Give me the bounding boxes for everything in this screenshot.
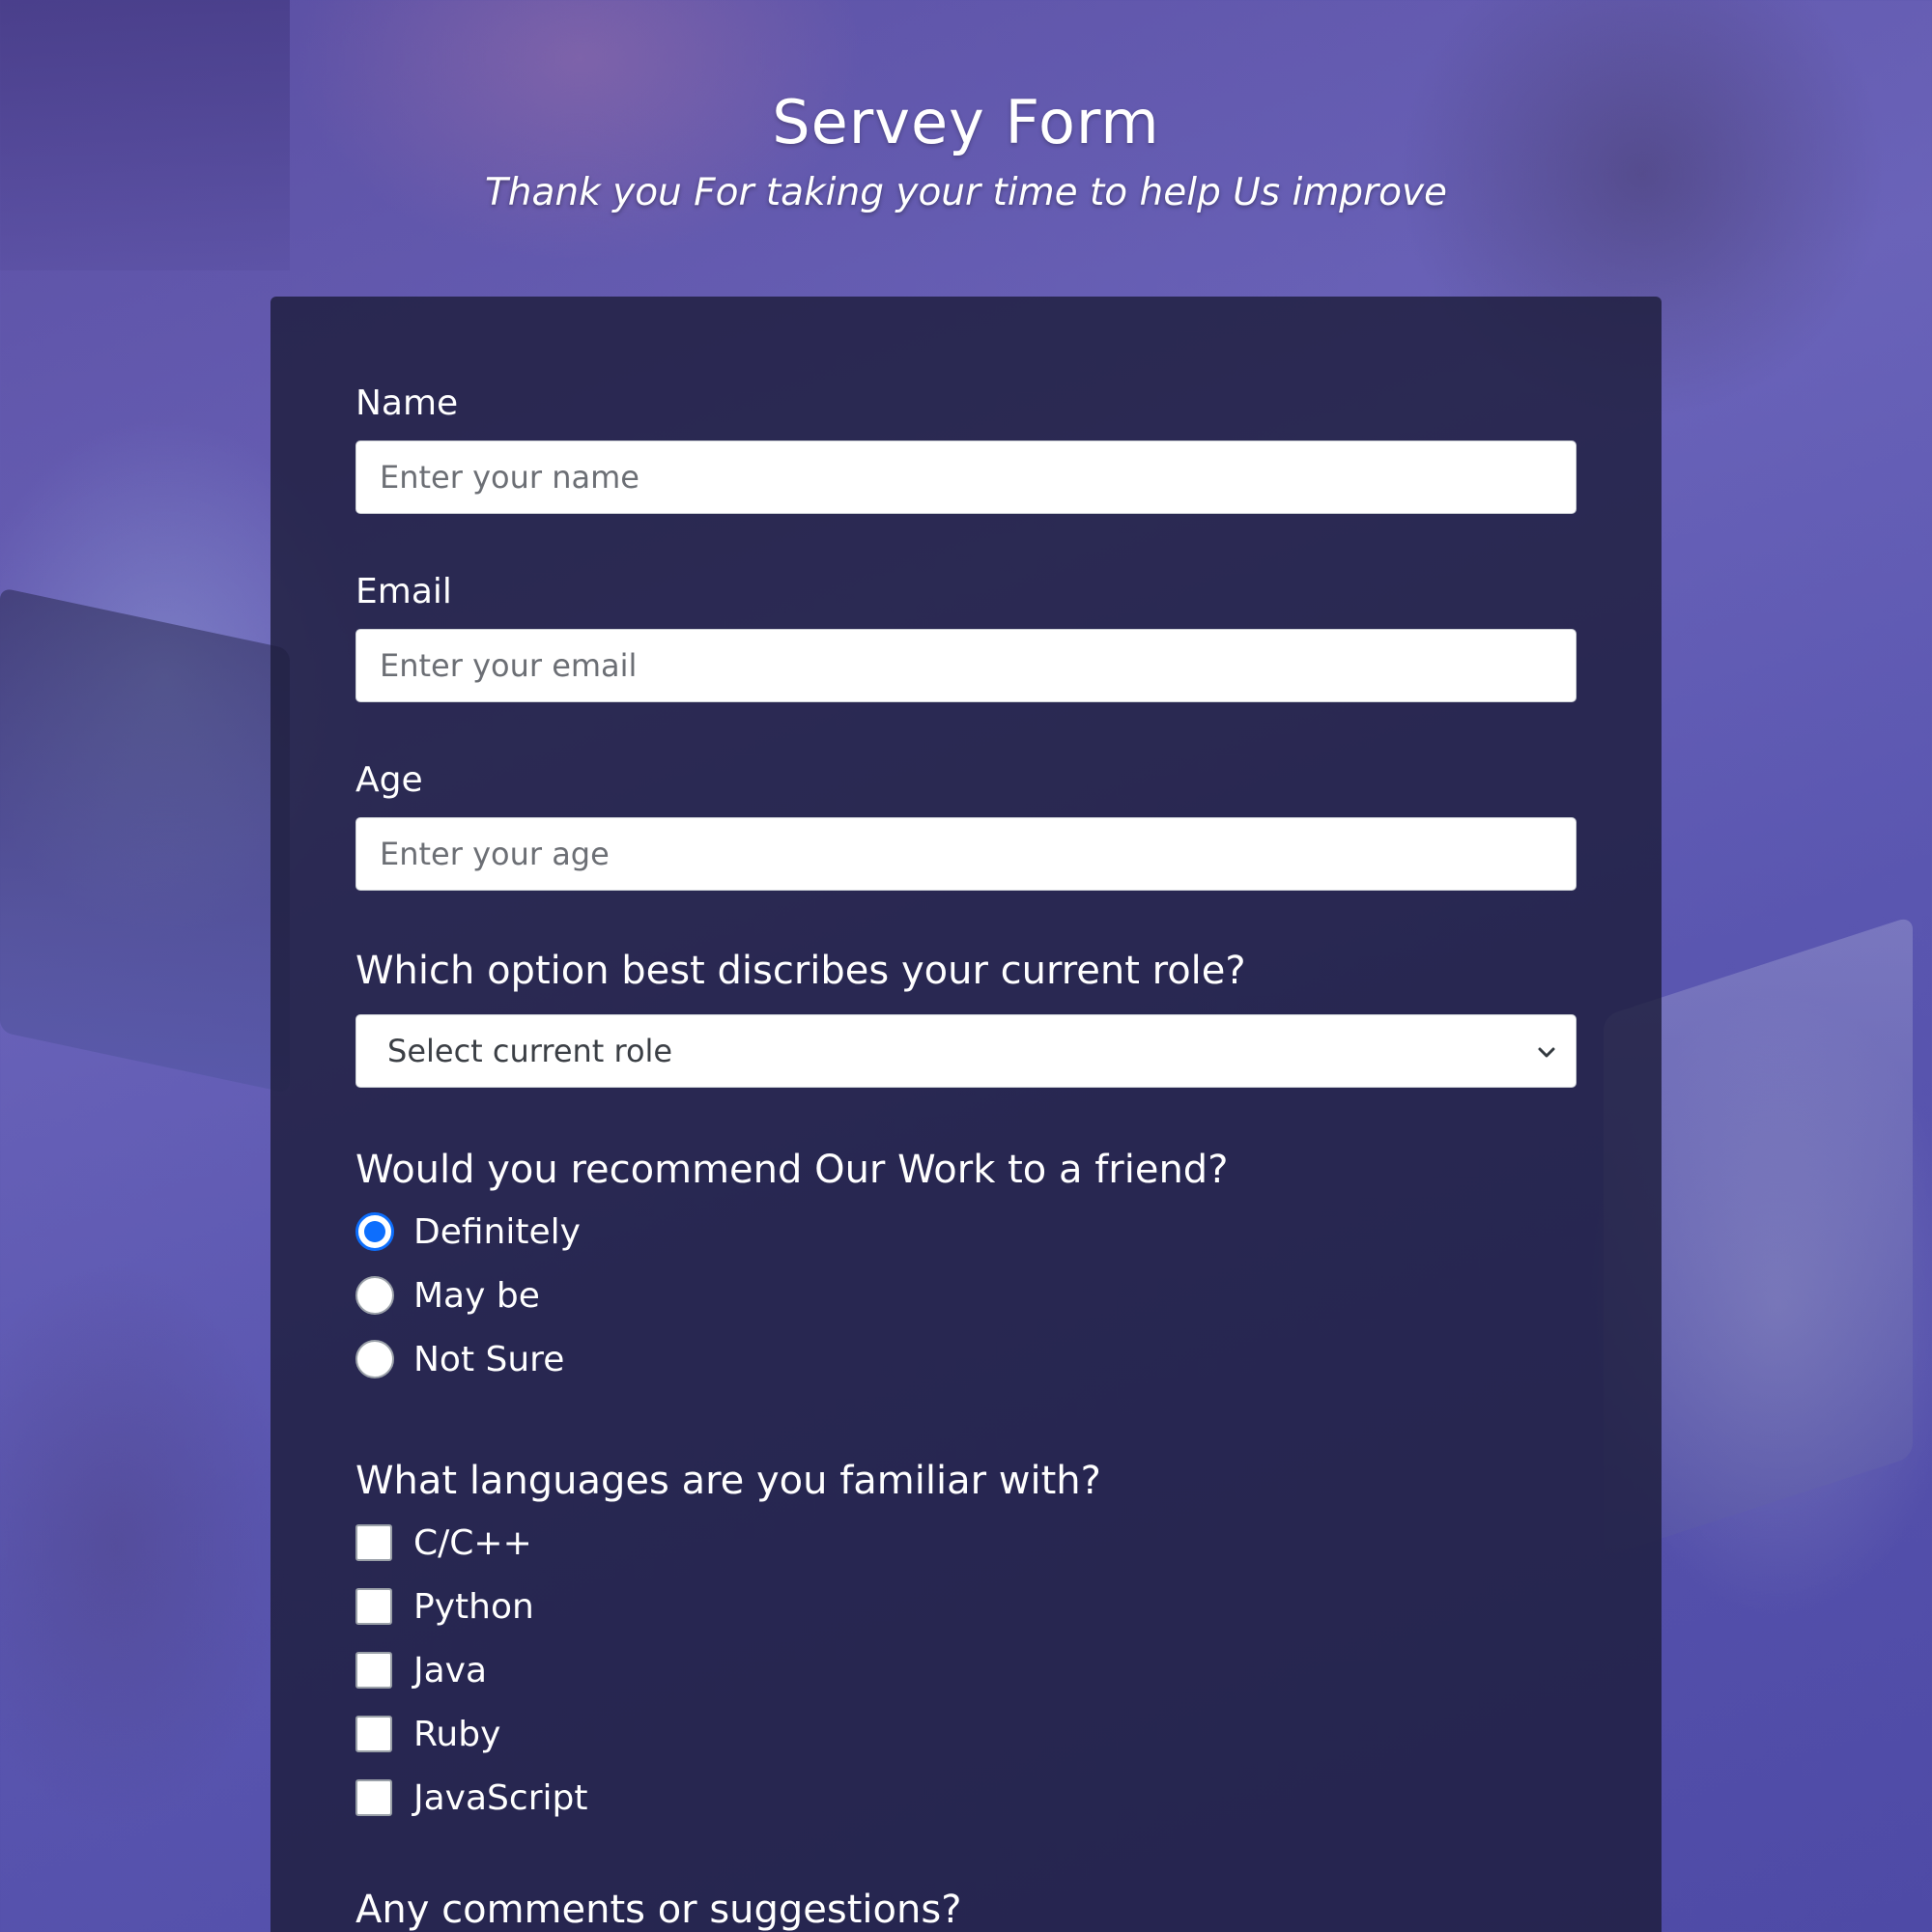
page-subtitle: Thank you For taking your time to help U…: [484, 171, 1448, 214]
comments-question: Any comments or suggestions?: [355, 1888, 962, 1932]
checkbox-label: Java: [413, 1650, 488, 1690]
role-field-group: Which option best discribes your current…: [355, 949, 1577, 1088]
checkbox-label: JavaScript: [413, 1777, 588, 1818]
radio-button[interactable]: [355, 1340, 394, 1378]
role-select[interactable]: Select current role: [355, 1014, 1577, 1088]
email-input[interactable]: [355, 629, 1577, 702]
survey-form: Name Email Age Which option best discrib…: [355, 384, 1577, 1932]
checkbox[interactable]: [355, 1588, 392, 1625]
checkbox-option-ruby[interactable]: Ruby: [355, 1702, 1577, 1766]
recommend-question: Would you recommend Our Work to a friend…: [355, 1148, 1229, 1192]
checkbox-label: Ruby: [413, 1714, 501, 1754]
radio-option-not-sure[interactable]: Not Sure: [355, 1327, 1577, 1391]
checkbox-option-c-cpp[interactable]: C/C++: [355, 1511, 1577, 1575]
checkbox-option-python[interactable]: Python: [355, 1575, 1577, 1638]
checkbox-option-javascript[interactable]: JavaScript: [355, 1766, 1577, 1830]
checkbox[interactable]: [355, 1652, 392, 1689]
radio-button[interactable]: [355, 1276, 394, 1315]
checkbox[interactable]: [355, 1716, 392, 1752]
age-label: Age: [355, 760, 423, 800]
name-input[interactable]: [355, 440, 1577, 514]
chevron-down-icon: [1538, 1047, 1555, 1058]
name-label: Name: [355, 384, 459, 423]
age-field-group: Age: [355, 760, 1577, 891]
survey-form-card: Name Email Age Which option best discrib…: [270, 297, 1662, 1932]
background-photo-laptop-left: [0, 587, 290, 1094]
page-header: Servey Form Thank you For taking your ti…: [0, 87, 1932, 214]
role-question: Which option best discribes your current…: [355, 949, 1246, 993]
email-label: Email: [355, 572, 452, 611]
radio-label: May be: [413, 1275, 540, 1316]
page-title: Servey Form: [772, 87, 1160, 157]
radio-button[interactable]: [355, 1212, 394, 1251]
languages-question: What languages are you familiar with?: [355, 1459, 1101, 1503]
checkbox[interactable]: [355, 1524, 392, 1561]
languages-checkbox-group: What languages are you familiar with? C/…: [355, 1459, 1577, 1830]
name-field-group: Name: [355, 384, 1577, 514]
age-input[interactable]: [355, 817, 1577, 891]
recommend-radio-group: Would you recommend Our Work to a friend…: [355, 1148, 1577, 1391]
checkbox-option-java[interactable]: Java: [355, 1638, 1577, 1702]
checkbox[interactable]: [355, 1779, 392, 1816]
checkbox-label: C/C++: [413, 1522, 532, 1563]
radio-label: Not Sure: [413, 1339, 565, 1379]
role-select-value: Select current role: [387, 1033, 673, 1069]
radio-label: Definitely: [413, 1211, 581, 1252]
email-field-group: Email: [355, 572, 1577, 702]
radio-option-may-be[interactable]: May be: [355, 1264, 1577, 1327]
radio-option-definitely[interactable]: Definitely: [355, 1200, 1577, 1264]
checkbox-label: Python: [413, 1586, 534, 1627]
